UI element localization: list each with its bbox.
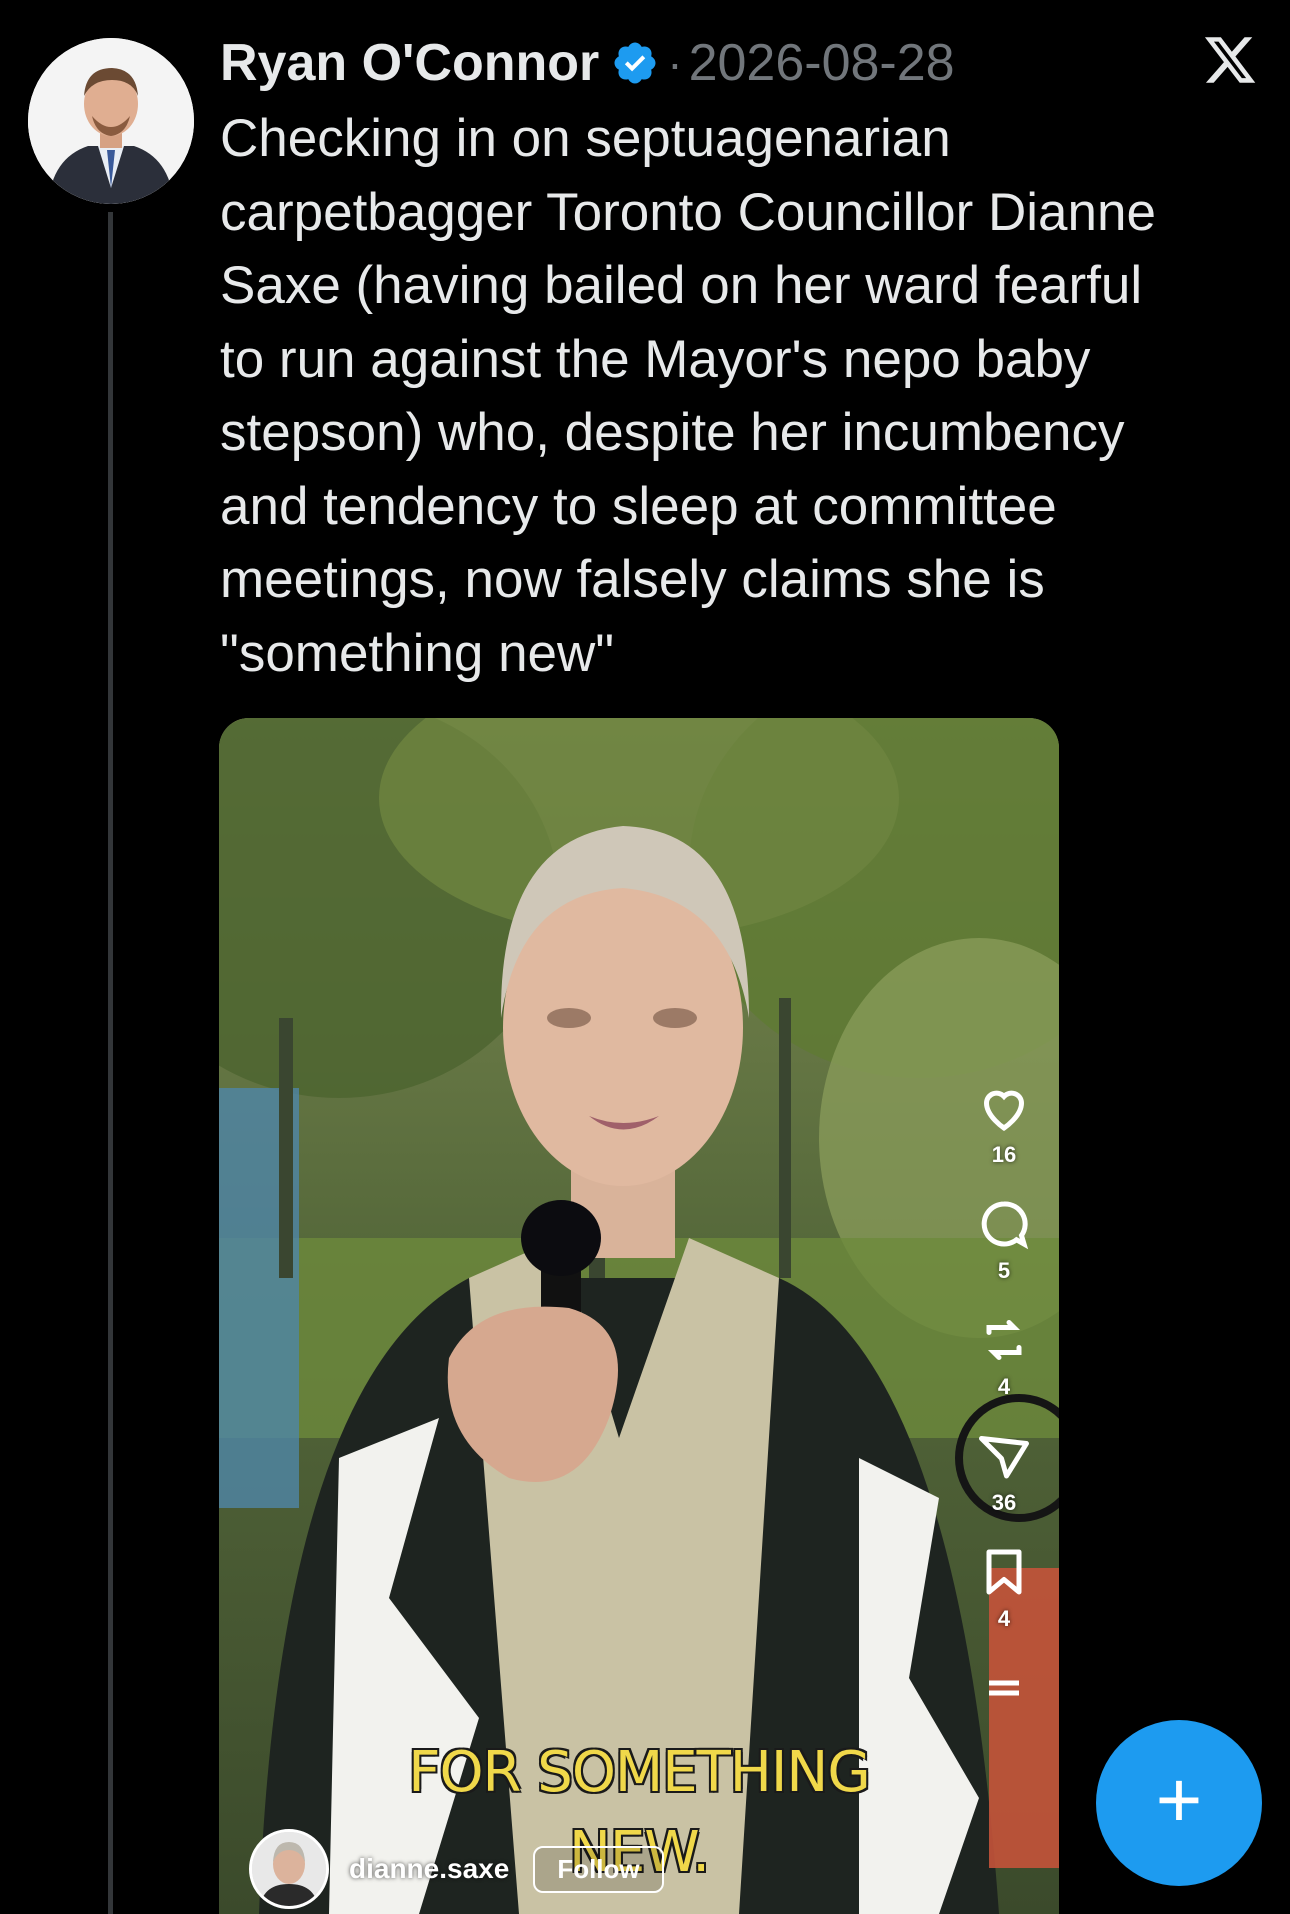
comment-action[interactable]: 5	[974, 1194, 1034, 1284]
compose-plus-icon: +	[1155, 1755, 1203, 1844]
compose-button[interactable]: +	[1096, 1720, 1262, 1886]
creator-photo	[252, 1832, 326, 1906]
repost-action[interactable]: 4	[974, 1310, 1034, 1400]
thread-line	[108, 212, 113, 1914]
x-logo-icon[interactable]	[1202, 32, 1258, 88]
more-action[interactable]	[974, 1658, 1034, 1718]
author-photo	[28, 38, 194, 204]
author-avatar[interactable]	[28, 38, 194, 204]
like-count: 16	[991, 1142, 1017, 1167]
author-name[interactable]: Ryan O'Connor	[220, 33, 599, 93]
repost-count: 4	[997, 1374, 1011, 1399]
creator-handle[interactable]: dianne.saxe	[349, 1853, 509, 1885]
like-action[interactable]: 16	[974, 1078, 1034, 1168]
repost-icon	[986, 1320, 1022, 1360]
follow-button[interactable]: Follow	[533, 1845, 664, 1893]
bookmark-icon	[986, 1549, 1022, 1595]
heart-icon	[983, 1090, 1025, 1131]
share-icon	[979, 1436, 1029, 1479]
comment-icon	[981, 1201, 1029, 1250]
post-header: Ryan O'Connor · 2026-08-28	[220, 28, 1280, 98]
video-frame-image	[219, 718, 1059, 1914]
share-count: 36	[991, 1490, 1017, 1515]
video-media[interactable]: 16 5 4 36 4 FOR SOMETHING NEW. dianne.sa…	[219, 718, 1059, 1914]
post-text: Checking in on septuagenarian carpetbagg…	[220, 109, 1156, 683]
share-action[interactable]: 36	[974, 1426, 1034, 1516]
video-bottom-bar: dianne.saxe Follow	[249, 1824, 664, 1914]
video-caption-line-1: FOR SOMETHING	[408, 1740, 870, 1805]
comment-count: 5	[997, 1258, 1011, 1283]
verified-badge-icon	[614, 42, 656, 84]
more-icon	[989, 1680, 1019, 1696]
creator-avatar[interactable]	[249, 1829, 329, 1909]
tweet-page: Ryan O'Connor · 2026-08-28 Checking in o…	[0, 0, 1290, 1914]
bookmark-count: 4	[997, 1606, 1011, 1631]
bookmark-action[interactable]: 4	[974, 1542, 1034, 1632]
post-date[interactable]: 2026-08-28	[689, 33, 955, 93]
separator-dot: ·	[667, 37, 683, 89]
video-side-actions: 16 5 4 36 4	[969, 1078, 1039, 1744]
